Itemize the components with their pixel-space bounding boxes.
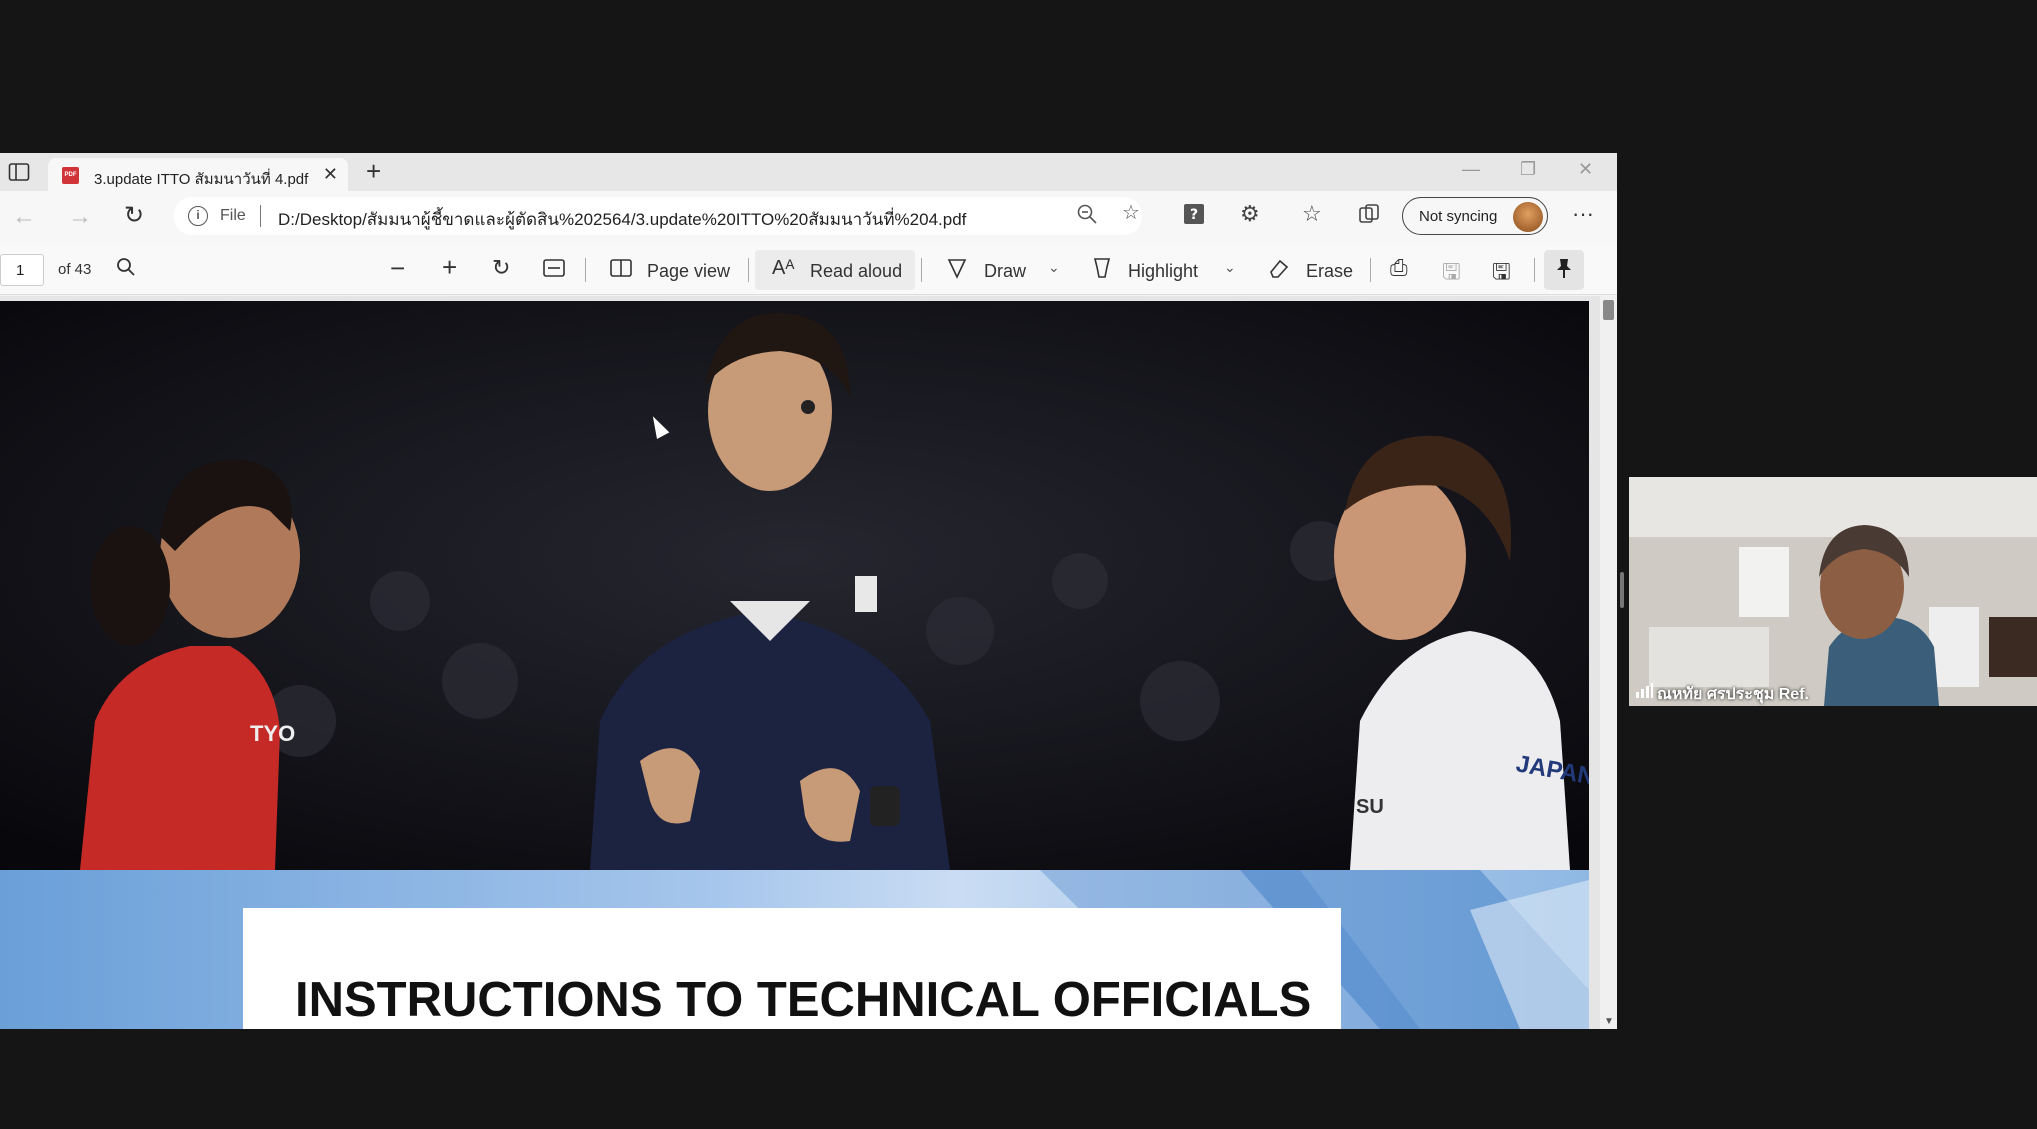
page-number-input[interactable]: 1 (0, 254, 44, 286)
tab-bar: PDF 3.update ITTO สัมมนาวันที่ 4.pdf ✕ +… (0, 153, 1617, 191)
scrollbar-thumb[interactable] (1603, 300, 1614, 320)
highlight-options-chevron-down-icon[interactable]: ⌄ (1224, 259, 1236, 276)
print-icon[interactable]: ⎙ (1390, 255, 1408, 281)
more-options-icon[interactable]: ··· (1572, 201, 1594, 227)
extensions-icon[interactable]: ⚙ (1240, 201, 1260, 227)
forward-button[interactable]: → (68, 203, 92, 231)
erase-button[interactable]: Erase (1306, 261, 1353, 282)
participant-name: ณหทัย ศรประชุม Ref. (1657, 686, 1809, 703)
title-card: INSTRUCTIONS TO TECHNICAL OFFICIALS (243, 908, 1341, 1029)
title-banner: INSTRUCTIONS TO TECHNICAL OFFICIALS (0, 870, 1589, 1029)
scheme-label: File (220, 207, 246, 224)
highlight-button[interactable]: Highlight (1128, 261, 1198, 282)
panel-resize-handle[interactable] (1620, 572, 1624, 608)
zoom-out-icon[interactable]: − (390, 253, 405, 284)
add-favorite-icon[interactable]: ☆ (1122, 200, 1140, 225)
tab-active[interactable]: PDF 3.update ITTO สัมมนาวันที่ 4.pdf ✕ (48, 158, 348, 191)
favorites-icon[interactable]: ☆ (1302, 201, 1322, 227)
participant-video-tile[interactable]: ณหทัย ศรประชุม Ref. (1629, 477, 2037, 706)
page-total: of 43 (58, 261, 92, 278)
save-icon[interactable]: 🖫 (1442, 255, 1461, 293)
pdf-file-icon: PDF (62, 167, 79, 184)
toolbar-divider (1370, 258, 1371, 282)
draw-button[interactable]: Draw (984, 261, 1026, 282)
address-bar-row: ← → ↻ i File D:/Desktop/สัมมนาผู้ชี้ขาดแ… (0, 191, 1617, 243)
toolbar-divider (1534, 258, 1535, 282)
collections-icon[interactable] (1358, 203, 1380, 231)
read-aloud-label: Read aloud (810, 261, 903, 281)
read-aloud-icon: Aᴬ (772, 257, 795, 279)
participant-video-feed (1629, 477, 2037, 706)
scroll-down-arrow[interactable]: ▼ (1604, 1016, 1614, 1027)
svg-text:?: ? (1190, 207, 1198, 223)
toolbar-divider (748, 258, 749, 282)
omnibox-divider (260, 205, 261, 227)
vertical-scrollbar[interactable]: ▼ (1600, 296, 1617, 1029)
zoom-in-icon[interactable]: + (442, 252, 457, 283)
pin-icon (1554, 257, 1574, 285)
address-input[interactable]: i File D:/Desktop/สัมมนาผู้ชี้ขาดและผู้ต… (174, 197, 1142, 235)
fit-page-icon[interactable] (543, 257, 565, 283)
cover-photo: TYO JAPAN SU (0, 301, 1589, 870)
close-window-button[interactable]: ✕ (1578, 159, 1593, 180)
svg-text:TYO: TYO (250, 721, 295, 746)
sync-label: Not syncing (1419, 208, 1498, 225)
info-icon[interactable]: i (188, 206, 208, 226)
refresh-button[interactable]: ↻ (124, 201, 144, 230)
screen: PDF 3.update ITTO สัมมนาวันที่ 4.pdf ✕ +… (0, 0, 2037, 1129)
toolbar-divider (585, 258, 586, 282)
minimize-button[interactable]: — (1462, 159, 1480, 180)
new-tab-button[interactable]: + (366, 156, 381, 187)
draw-icon[interactable] (947, 257, 967, 285)
toolbar-divider (921, 258, 922, 282)
restore-button[interactable]: ❐ (1520, 159, 1536, 180)
edge-browser-window: PDF 3.update ITTO สัมมนาวันที่ 4.pdf ✕ +… (0, 153, 1617, 1029)
signal-strength-icon (1636, 683, 1653, 698)
page-view-button[interactable]: Page view (647, 261, 730, 282)
profile-avatar (1513, 202, 1543, 232)
zoom-icon[interactable] (1076, 203, 1098, 231)
tab-close-icon[interactable]: ✕ (323, 164, 338, 185)
draw-options-chevron-down-icon[interactable]: ⌄ (1048, 259, 1060, 276)
help-icon[interactable]: ? (1183, 203, 1205, 231)
url-text: D:/Desktop/สัมมนาผู้ชี้ขาดและผู้ตัดสิน%2… (278, 210, 967, 229)
document-title: INSTRUCTIONS TO TECHNICAL OFFICIALS (295, 973, 1312, 1027)
pdf-viewport[interactable]: TYO JAPAN SU INSTRUCTIONS TO TECHNICAL O… (0, 296, 1617, 1029)
profile-sync-button[interactable]: Not syncing (1402, 197, 1548, 235)
tab-actions-icon[interactable] (8, 162, 30, 182)
svg-text:SU: SU (1356, 796, 1384, 818)
eraser-icon[interactable] (1268, 257, 1290, 285)
find-icon[interactable] (116, 257, 136, 283)
highlight-icon[interactable] (1092, 257, 1112, 285)
tab-title: 3.update ITTO สัมมนาวันที่ 4.pdf (94, 171, 309, 188)
pdf-toolbar: 1 of 43 − + ↻ Page view Aᴬ Read aloud Dr… (0, 243, 1617, 295)
page-view-icon[interactable] (610, 258, 632, 284)
save-as-icon[interactable]: 🖫 (1492, 255, 1511, 293)
back-button[interactable]: ← (12, 203, 36, 231)
rotate-icon[interactable]: ↻ (492, 255, 510, 281)
